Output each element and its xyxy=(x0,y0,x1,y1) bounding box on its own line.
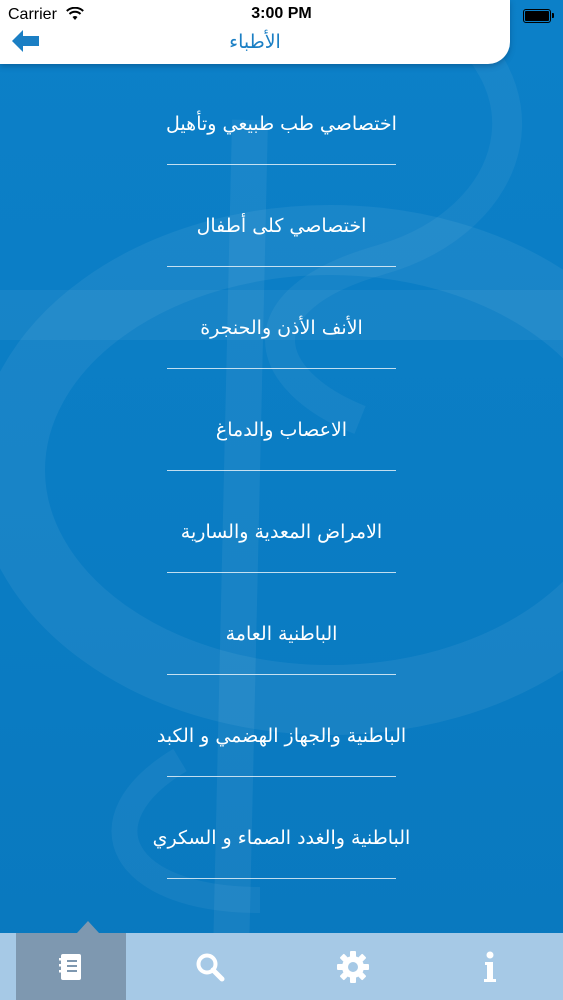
list-item[interactable]: الاعصاب والدماغ xyxy=(0,391,563,493)
list-item[interactable]: الباطنية والغدد الصماء و السكري xyxy=(0,799,563,901)
list-item-label: الباطنية والجهاز الهضمي و الكبد xyxy=(156,725,407,747)
battery-icon xyxy=(523,9,554,23)
tab-doctors[interactable] xyxy=(16,921,126,1000)
list-item-label: الأنف الأذن والحنجرة xyxy=(200,317,363,339)
list-item-label: الامراض المعدية والسارية xyxy=(180,521,383,543)
list-item-label: الاعصاب والدماغ xyxy=(215,419,348,441)
tab-bar xyxy=(0,921,563,1000)
search-icon xyxy=(196,953,225,981)
clock: 3:00 PM xyxy=(251,5,312,22)
divider xyxy=(167,776,396,777)
list-item[interactable]: الامراض المعدية والسارية xyxy=(0,493,563,595)
list-item[interactable]: الباطنية العامة xyxy=(0,595,563,697)
page-title: الأطباء xyxy=(229,31,281,53)
list-item[interactable]: اختصاصي طب طبيعي وتأهيل xyxy=(0,85,563,187)
list-item-label: الباطنية والغدد الصماء و السكري xyxy=(152,827,411,849)
status-bar: Carrier 3:00 PM xyxy=(0,0,563,30)
divider xyxy=(167,470,396,471)
list-item-label: اختصاصي كلى أطفال xyxy=(196,215,367,237)
divider xyxy=(167,266,396,267)
list-item-label: اختصاصي طب طبيعي وتأهيل xyxy=(166,113,397,135)
list-item[interactable]: اختصاصي كلى أطفال xyxy=(0,187,563,289)
divider xyxy=(167,164,396,165)
divider xyxy=(167,572,396,573)
gear-icon xyxy=(337,950,369,983)
specialty-list: اختصاصي طب طبيعي وتأهيل اختصاصي كلى أطفا… xyxy=(0,85,563,901)
list-item[interactable]: الباطنية والجهاز الهضمي و الكبد xyxy=(0,697,563,799)
info-icon xyxy=(484,951,496,982)
list-item[interactable]: الأنف الأذن والحنجرة xyxy=(0,289,563,391)
tab-search[interactable] xyxy=(160,933,260,1000)
tab-info[interactable] xyxy=(440,933,540,1000)
tab-settings[interactable] xyxy=(303,933,403,1000)
divider xyxy=(167,368,396,369)
divider xyxy=(167,674,396,675)
active-tab-indicator xyxy=(77,921,99,933)
list-item-label: الباطنية العامة xyxy=(225,623,338,645)
notebook-icon xyxy=(59,953,81,980)
divider xyxy=(167,878,396,879)
